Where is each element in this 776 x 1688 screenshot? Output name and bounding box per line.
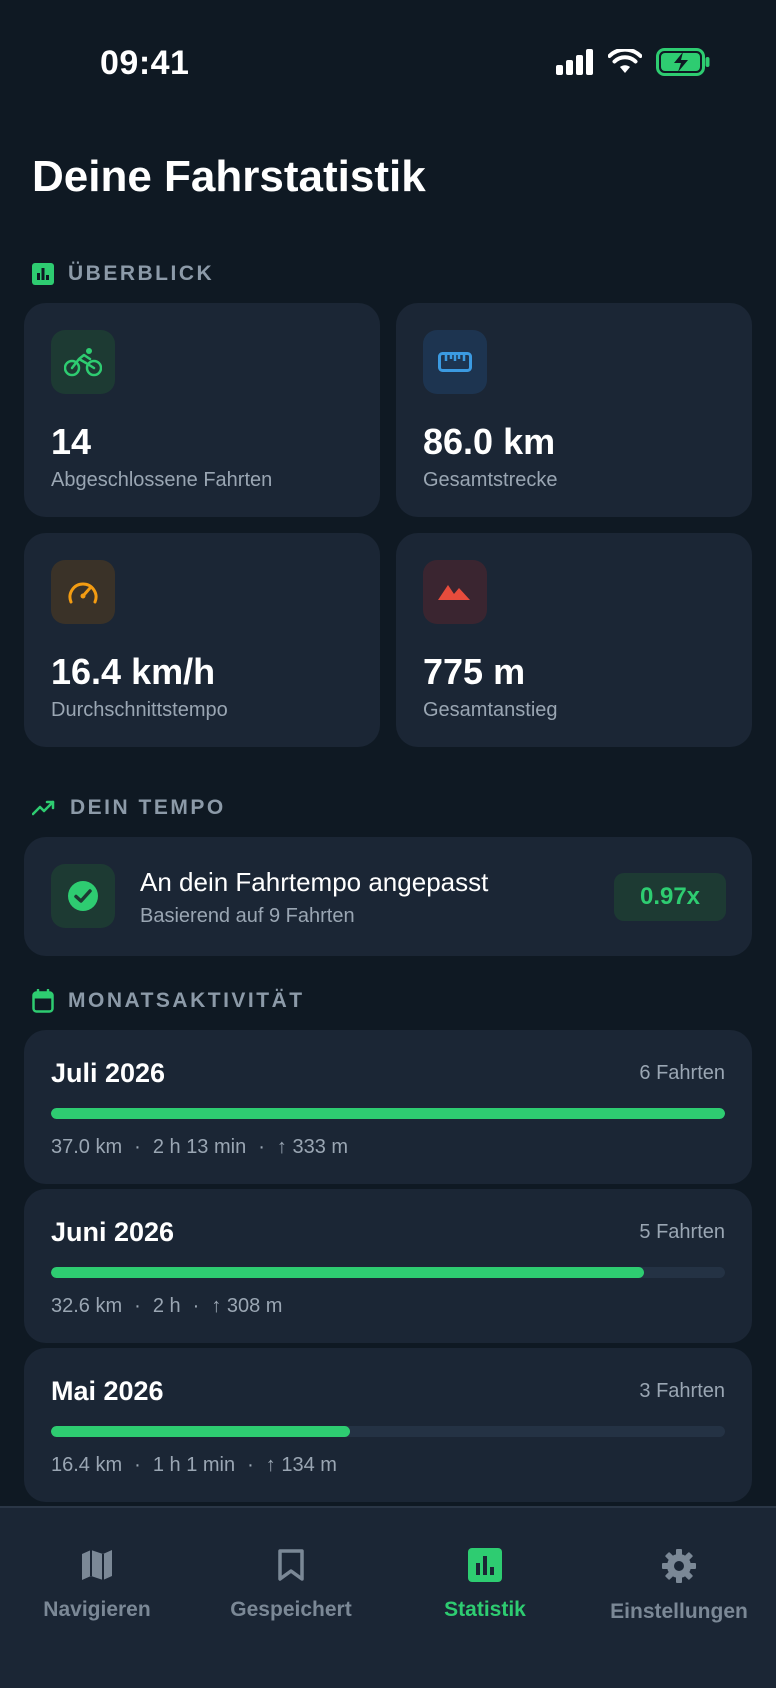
tempo-card: An dein Fahrtempo angepasst Basierend au… [24, 837, 752, 956]
stat-icon-box [423, 560, 487, 624]
bicycle-icon [64, 348, 102, 377]
separator: · [258, 1136, 265, 1158]
month-distance: 32.6 km [51, 1295, 123, 1317]
tab-einstellungen[interactable]: Einstellungen [582, 1548, 776, 1624]
month-progress-fill [51, 1426, 350, 1437]
battery-charging-icon [656, 48, 710, 76]
month-name: Juli 2026 [51, 1058, 166, 1088]
map-icon [82, 1550, 112, 1580]
tab-label: Navigieren [43, 1598, 151, 1621]
stat-label: Gesamtanstieg [423, 699, 558, 721]
tab-label: Gespeichert [230, 1598, 352, 1621]
signal-icon [556, 49, 593, 75]
tab-statistik[interactable]: Statistik [388, 1548, 582, 1622]
check-circle-icon [68, 881, 98, 911]
stat-value: 14 [51, 421, 92, 462]
month-name: Mai 2026 [51, 1376, 164, 1406]
stat-card-rides: 14 Abgeschlossene Fahrten [24, 303, 380, 517]
month-card-june[interactable]: Juni 2026 5 Fahrten 32.6 km · 2 h · ↑ 30… [24, 1189, 752, 1343]
month-card-may[interactable]: Mai 2026 3 Fahrten 16.4 km · 1 h 1 min ·… [24, 1348, 752, 1502]
status-icons [556, 48, 710, 76]
mountain-icon [438, 585, 470, 600]
month-duration: 1 h 1 min [152, 1454, 236, 1476]
stat-card-speed: 16.4 km/h Durchschnittstempo [24, 533, 380, 747]
tempo-factor-badge: 0.97x [614, 873, 726, 921]
separator: · [192, 1295, 200, 1317]
month-name: Juni 2026 [51, 1217, 175, 1247]
speedometer-icon [68, 582, 98, 604]
stat-icon-box [51, 560, 115, 624]
month-progress-track [51, 1426, 725, 1437]
section-header-tempo: DEIN TEMPO [32, 796, 226, 820]
stat-label: Durchschnittstempo [51, 699, 228, 721]
gear-icon [662, 1549, 696, 1583]
month-progress-fill [51, 1267, 645, 1278]
stat-value: 775 m [423, 651, 526, 692]
month-details: 37.0 km · 2 h 13 min · ↑ 333 m [51, 1136, 348, 1159]
month-progress-track [51, 1108, 725, 1119]
tab-label: Statistik [444, 1598, 526, 1621]
tab-navigieren[interactable]: Navigieren [0, 1548, 194, 1622]
month-duration: 2 h 13 min [152, 1136, 247, 1158]
stat-value: 86.0 km [423, 421, 556, 462]
tab-gespeichert[interactable]: Gespeichert [194, 1548, 388, 1622]
section-header-overview: ÜBERBLICK [32, 262, 214, 286]
month-distance: 37.0 km [51, 1136, 123, 1158]
stat-label: Abgeschlossene Fahrten [51, 469, 273, 491]
bar-chart-icon [32, 263, 54, 285]
month-ride-count: 5 Fahrten [639, 1221, 725, 1243]
stat-icon-box [423, 330, 487, 394]
stat-value: 16.4 km/h [51, 651, 216, 692]
tempo-icon-box [51, 864, 115, 928]
section-title: DEIN TEMPO [70, 796, 226, 819]
separator: · [134, 1295, 141, 1317]
section-title: ÜBERBLICK [68, 262, 215, 285]
stat-card-distance: 86.0 km Gesamtstrecke [396, 303, 752, 517]
section-title: MONATSAKTIVITÄT [68, 989, 305, 1012]
status-bar: 09:41 [0, 0, 776, 120]
month-elevation: ↑ 308 m [211, 1295, 283, 1317]
month-details: 16.4 km · 1 h 1 min · ↑ 134 m [51, 1454, 337, 1477]
trending-up-icon [32, 800, 55, 816]
ruler-icon [438, 352, 472, 372]
bookmark-icon [278, 1549, 304, 1581]
separator: · [134, 1136, 141, 1158]
month-ride-count: 3 Fahrten [639, 1380, 725, 1402]
separator: · [247, 1454, 254, 1476]
tempo-title: An dein Fahrtempo angepasst [140, 867, 489, 897]
page-title: Deine Fahrstatistik [32, 152, 426, 201]
wifi-icon [608, 49, 642, 73]
stat-icon-box [51, 330, 115, 394]
month-elevation: ↑ 134 m [265, 1454, 337, 1476]
tempo-subtitle: Basierend auf 9 Fahrten [140, 905, 355, 927]
month-duration: 2 h [152, 1295, 181, 1317]
month-details: 32.6 km · 2 h · ↑ 308 m [51, 1295, 282, 1318]
stat-label: Gesamtstrecke [423, 469, 558, 491]
month-card-july[interactable]: Juli 2026 6 Fahrten 37.0 km · 2 h 13 min… [24, 1030, 752, 1184]
tab-label: Einstellungen [610, 1600, 748, 1623]
calendar-icon [32, 989, 54, 1013]
tab-bar: Navigieren Gespeichert Statistik Einstel… [0, 1506, 776, 1688]
section-header-monthly: MONATSAKTIVITÄT [32, 989, 305, 1013]
status-time: 09:41 [100, 44, 190, 82]
month-progress-track [51, 1267, 725, 1278]
stat-card-elevation: 775 m Gesamtanstieg [396, 533, 752, 747]
month-ride-count: 6 Fahrten [639, 1062, 725, 1084]
month-distance: 16.4 km [51, 1454, 123, 1476]
month-progress-fill [51, 1108, 725, 1119]
bar-chart-icon [468, 1548, 502, 1582]
month-elevation: ↑ 333 m [276, 1136, 349, 1158]
separator: · [134, 1454, 141, 1476]
